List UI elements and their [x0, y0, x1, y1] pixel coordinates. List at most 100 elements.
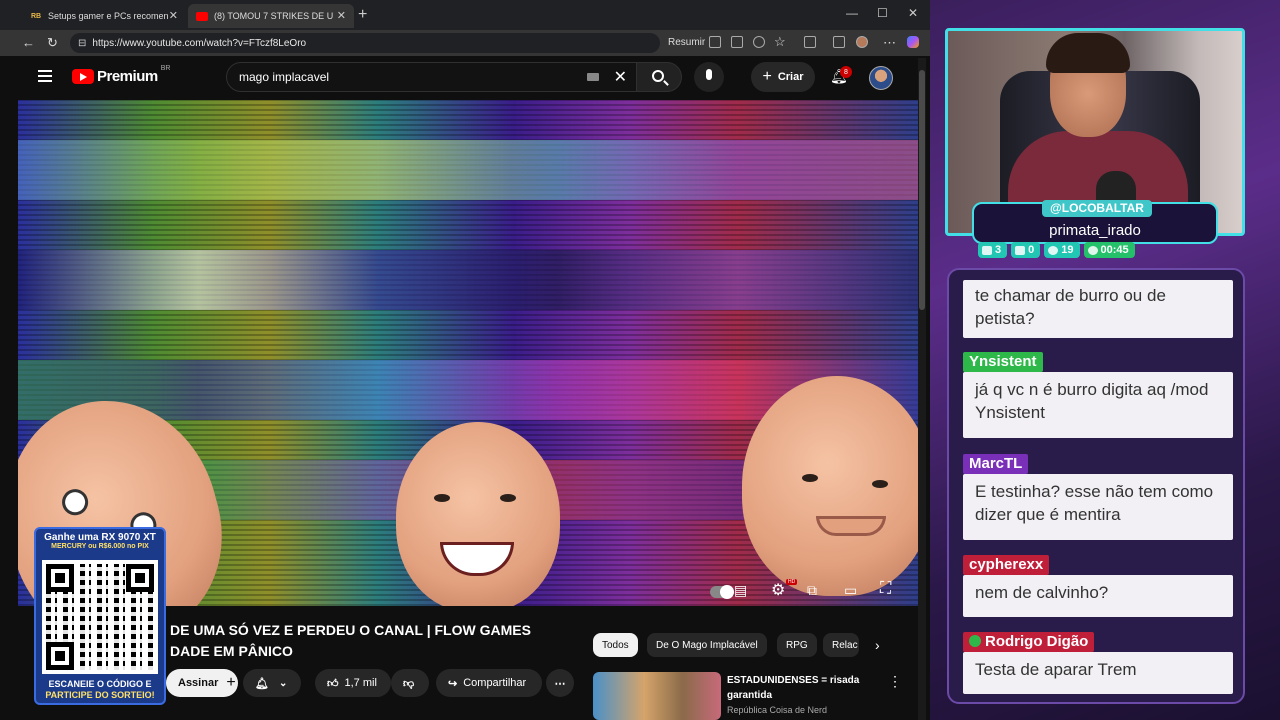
chat-username: MarcTL [963, 454, 1029, 474]
smile [440, 542, 514, 576]
recommendation-title[interactable]: ESTADUNIDENSES = risada garantida [727, 673, 877, 703]
plus-icon: + [226, 674, 236, 691]
giveaway-promo: Ganhe uma RX 9070 XT MERCURY ou R$6.000 … [34, 527, 166, 705]
chat-message: já q vc n é burro digita aq /mod Ynsiste… [963, 372, 1233, 438]
streamer-nametag: @LOCOBALTAR primata_irado [972, 200, 1218, 244]
more-actions-button[interactable]: ⋯ [546, 669, 574, 697]
settings-gear-icon[interactable]: ⚙ [771, 580, 785, 600]
bell-icon: 🔔︎ [255, 677, 269, 690]
share-icon: ↪ [448, 677, 458, 690]
recommendation-channel[interactable]: República Coisa de Nerd [727, 705, 827, 715]
promo-line2: MERCURY ou R$6.000 no PIX [51, 543, 149, 550]
chat-username: Rodrigo Digão [963, 632, 1095, 652]
notification-badge: 8 [840, 66, 852, 78]
miniplayer-icon[interactable]: ⧉ [807, 582, 817, 599]
search-button[interactable] [636, 62, 682, 92]
glitch-band [18, 250, 918, 310]
video-title-line: DADE EM PÂNICO [170, 643, 293, 659]
search-input[interactable]: mago implacavel ✕ [226, 62, 638, 92]
chat-icon [982, 245, 992, 255]
dislike-button[interactable]: 👎︎ [391, 669, 429, 697]
eye [59, 486, 92, 519]
subtitles-icon[interactable]: ▤ [734, 582, 747, 599]
collections-icon[interactable] [833, 36, 845, 48]
page-scrollbar[interactable] [918, 58, 926, 720]
like-count: 1,7 mil [344, 677, 377, 689]
chip-todos[interactable]: Todos [593, 633, 638, 657]
theater-mode-icon[interactable]: ▭ [844, 582, 857, 599]
logo-region: BR [160, 65, 171, 72]
tab-title: (8) TOMOU 7 STRIKES DE UMA SÓ VEZ [214, 11, 334, 21]
search-icon [652, 70, 664, 82]
create-button[interactable]: + Criar [751, 62, 815, 92]
streamer-name: primata_irado [1049, 222, 1141, 239]
site-info-icon[interactable]: ⊟ [78, 38, 86, 49]
favorite-star-icon[interactable]: ☆ [774, 34, 786, 50]
zoom-icon[interactable] [753, 36, 765, 48]
video-icon [1015, 245, 1026, 255]
tab-setups[interactable]: RB Setups gamer e PCs recomendados ✕ [22, 4, 186, 28]
viewers-badge: 19 [1044, 242, 1080, 258]
share-button[interactable]: ↪ Compartilhar [436, 669, 542, 697]
chevron-right-icon[interactable]: › [875, 637, 880, 653]
maximize-icon[interactable]: ☐ [877, 6, 888, 20]
search-value: mago implacavel [239, 70, 330, 84]
copilot-icon[interactable] [907, 36, 919, 48]
uptime-badge: 00:45 [1083, 242, 1135, 258]
youtube-logo[interactable]: Premium BR [72, 65, 171, 85]
more-vertical-icon[interactable]: ⋮ [888, 673, 902, 690]
window-close-icon[interactable]: ✕ [908, 6, 918, 20]
recommendation-thumbnail[interactable] [593, 672, 721, 720]
back-icon[interactable]: ← [22, 35, 35, 50]
promo-line3: ESCANEIE O CÓDIGO E PARTICIPE DO SORTEIO… [36, 679, 164, 701]
autoplay-toggle[interactable] [710, 585, 734, 599]
smile [816, 516, 886, 536]
eye-icon [1048, 245, 1059, 255]
address-bar: ← ↻ ⊟ https://www.youtube.com/watch?v=FT… [0, 30, 930, 56]
chip-channel[interactable]: De O Mago Implacável [647, 633, 767, 657]
tab-close-icon[interactable]: ✕ [337, 9, 346, 22]
chat-username-text: Rodrigo Digão [985, 633, 1089, 650]
notification-bell-button[interactable]: 🔔︎ ⌄ [243, 669, 301, 697]
extensions-icon[interactable] [804, 36, 816, 48]
tab-bar: RB Setups gamer e PCs recomendados ✕ (8)… [0, 0, 930, 30]
omnibox[interactable]: ⊟ https://www.youtube.com/watch?v=FTczf8… [70, 33, 660, 53]
subscribe-button[interactable]: Assinar + [166, 669, 238, 697]
fullscreen-icon[interactable]: ⛶ [880, 580, 891, 598]
chip-rpg[interactable]: RPG [777, 633, 817, 657]
eye [872, 480, 888, 488]
account-avatar[interactable] [869, 66, 893, 90]
scrollbar-thumb[interactable] [919, 70, 925, 310]
youtube-play-icon [72, 69, 94, 84]
like-button[interactable]: 👍︎ 1,7 mil [315, 669, 391, 697]
thumbs-down-icon: 👎︎ [403, 677, 415, 690]
eye [434, 494, 450, 502]
clear-search-icon[interactable]: ✕ [614, 67, 627, 87]
clock-icon [1087, 245, 1098, 255]
chat-count-badge: 3 [978, 242, 1008, 258]
new-tab-icon[interactable]: + [358, 6, 367, 24]
resumir-button[interactable]: Resumir [668, 37, 705, 48]
tab-youtube[interactable]: (8) TOMOU 7 STRIKES DE UMA SÓ VEZ ✕ [188, 4, 354, 28]
promo-line3b: PARTICIPE DO SORTEIO! [45, 690, 155, 700]
profile-icon[interactable] [856, 36, 868, 48]
minimize-icon[interactable]: — [846, 6, 858, 20]
menu-icon[interactable] [38, 70, 52, 82]
reader-icon[interactable] [709, 36, 721, 48]
qr-code [42, 560, 158, 674]
glitch-band [18, 140, 918, 200]
tab-close-icon[interactable]: ✕ [169, 9, 178, 22]
keyboard-icon[interactable] [587, 73, 599, 81]
chat-message: E testinha? esse não tem como dizer que … [963, 474, 1233, 540]
chip-related[interactable]: Relac [823, 633, 859, 657]
chat-username: Ynsistent [963, 352, 1043, 372]
more-icon[interactable]: ⋯ [883, 35, 896, 51]
more-horizontal-icon: ⋯ [554, 677, 566, 690]
reload-icon[interactable]: ↻ [47, 35, 58, 51]
apps-icon[interactable] [731, 36, 743, 48]
stream-chat: te chamar de burro ou de petista? Ynsist… [947, 268, 1245, 704]
eye [802, 474, 818, 482]
voice-search-icon[interactable] [694, 62, 724, 92]
subscribe-label: Assinar [178, 677, 219, 689]
qr-corner [126, 564, 154, 592]
